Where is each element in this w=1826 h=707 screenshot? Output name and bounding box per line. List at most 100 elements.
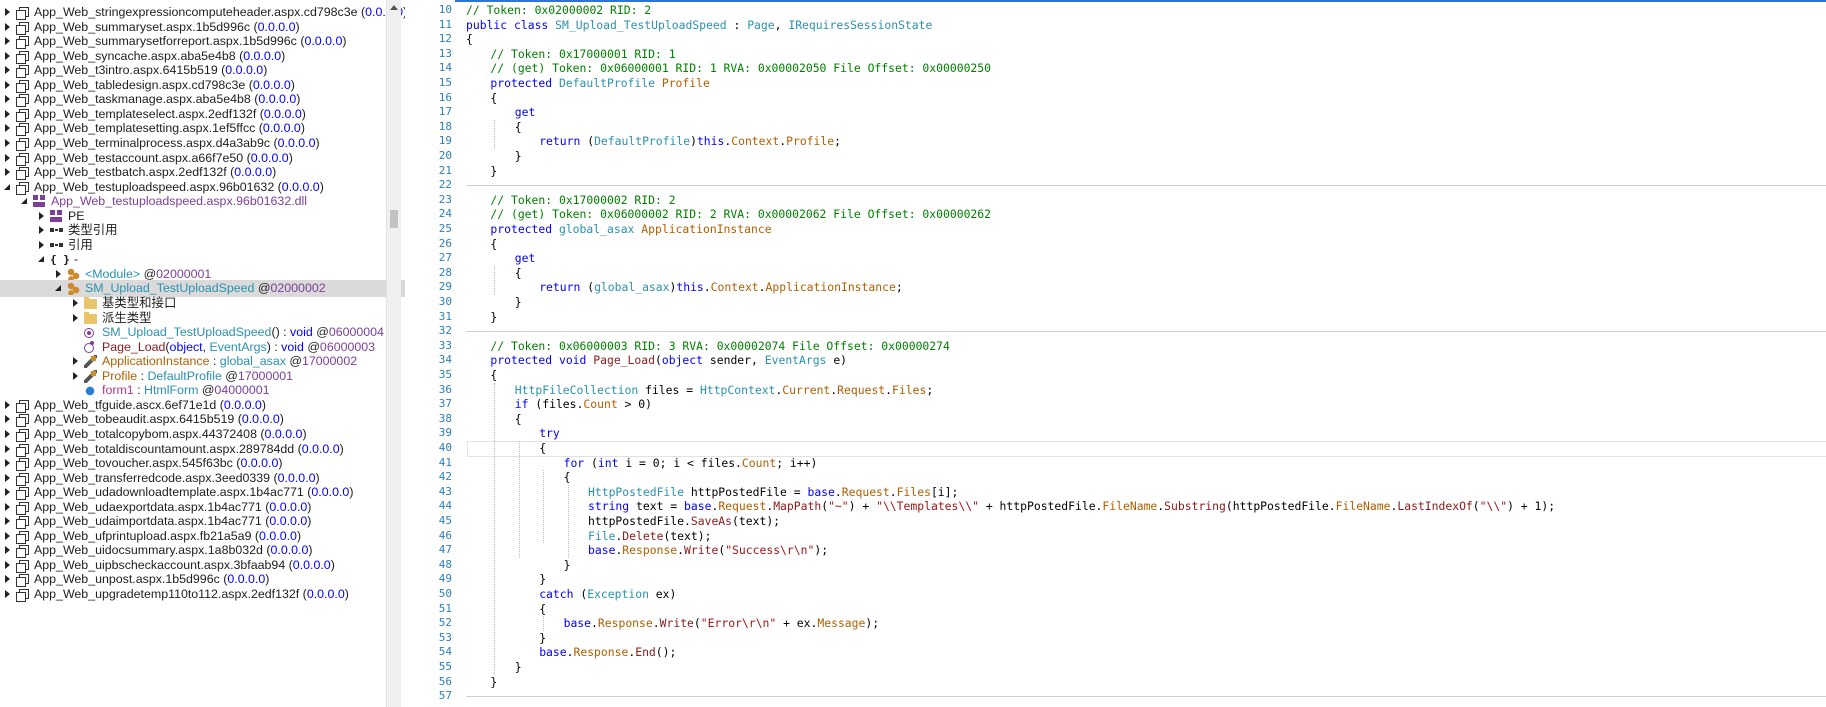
code-text: catch (Exception ex) bbox=[539, 587, 676, 602]
expand-arrow-icon[interactable] bbox=[4, 586, 13, 603]
label-segment: 0.0.0.0 bbox=[292, 557, 331, 572]
code-token: (); bbox=[655, 645, 677, 660]
code-text: HttpFileCollection files = HttpContext. C… bbox=[515, 383, 933, 398]
code-text: } bbox=[539, 631, 546, 646]
code-token: HttpContext bbox=[699, 382, 776, 397]
code-token: } bbox=[563, 557, 571, 572]
code-token: global_asax bbox=[558, 222, 642, 236]
assembly-explorer-tree[interactable]: App_Web_stringexpressioncomputeheader.as… bbox=[0, 0, 451, 707]
code-token: // Token: 0x17000002 RID: 2 bbox=[490, 192, 676, 207]
code-token: base bbox=[563, 616, 592, 631]
member-separator bbox=[466, 185, 1826, 187]
label-segment: ) bbox=[296, 92, 301, 107]
label-segment: 0.0.0.0 bbox=[257, 19, 296, 34]
code-token: { bbox=[490, 236, 498, 251]
label-segment: App_Web_syncache.aspx.aba5e4b8 bbox=[34, 48, 236, 63]
line-number: 54 bbox=[438, 645, 452, 659]
code-token: Count bbox=[741, 455, 777, 470]
label-segment: global_asax bbox=[219, 354, 286, 369]
label-segment: void bbox=[290, 325, 313, 340]
code-token: ; bbox=[895, 280, 903, 295]
label-segment: 06000004 bbox=[328, 325, 384, 340]
assembly-icon bbox=[16, 501, 29, 515]
label-segment: 04000001 bbox=[214, 383, 270, 398]
code-token: Context bbox=[710, 280, 759, 295]
line-number: 29 bbox=[438, 280, 452, 294]
line-number: 40 bbox=[438, 441, 452, 454]
code-token: Message bbox=[817, 616, 866, 631]
label-segment: object bbox=[169, 339, 203, 354]
code-token: } bbox=[514, 660, 522, 674]
type-ref-icon bbox=[50, 224, 63, 238]
label-segment: @ bbox=[285, 354, 302, 369]
code-text: } bbox=[539, 572, 546, 587]
code-token: : bbox=[726, 17, 748, 32]
label-segment: 0.0.0.0 bbox=[263, 106, 302, 121]
code-token: Profile bbox=[786, 134, 835, 149]
label-segment: <Module> bbox=[85, 266, 141, 281]
code-text: { bbox=[490, 368, 497, 383]
assembly-icon bbox=[16, 515, 29, 530]
label-segment: ) bbox=[272, 165, 277, 180]
code-token: HttpFileCollection bbox=[514, 382, 646, 397]
label-segment: ) : bbox=[266, 339, 282, 354]
assembly-icon bbox=[16, 137, 29, 151]
scrollbar-thumb[interactable] bbox=[390, 210, 398, 228]
label-segment: App_Web_tabledesign.aspx.cd798c3e bbox=[34, 77, 246, 92]
code-token: // (get) Token: 0x06000001 RID: 1 RVA: 0… bbox=[490, 61, 992, 76]
label-segment: ) bbox=[278, 456, 283, 471]
code-token: (files. bbox=[535, 397, 584, 412]
code-token: text = bbox=[636, 499, 685, 514]
label-segment: App_Web_transferredcode.aspx.3eed0339 bbox=[34, 470, 271, 485]
code-token: e) bbox=[833, 353, 848, 368]
code-token: MapPath bbox=[773, 499, 822, 514]
line-number: 28 bbox=[438, 265, 452, 279]
assembly-icon bbox=[16, 573, 29, 588]
code-token: { bbox=[490, 90, 498, 105]
code-token: // (get) Token: 0x06000002 RID: 2 RVA: 0… bbox=[490, 207, 992, 222]
code-token: > 0) bbox=[617, 397, 652, 412]
label-segment: App_Web_templateselect.aspx.2edf132f bbox=[34, 106, 257, 121]
code-token: } bbox=[490, 674, 498, 689]
label-segment: App_Web_testaccount.aspx.a66f7e50 bbox=[34, 150, 244, 165]
code-text: if (files.Count > 0) bbox=[515, 397, 652, 412]
label-segment: App_Web_uipbscheckaccount.aspx.3bfaab94 bbox=[34, 557, 286, 572]
code-token: Write bbox=[659, 616, 694, 631]
code-editor[interactable]: 10 // Token: 0x02000002 RID: 2 11 public cl… bbox=[405, 0, 1826, 707]
code-token: "Success\r\n" bbox=[725, 543, 815, 558]
code-token: Write bbox=[684, 543, 719, 558]
code-token: Request bbox=[837, 382, 886, 397]
code-text: protected void Page_Load(object sender, … bbox=[490, 353, 847, 368]
scroll-up-arrow-icon[interactable] bbox=[390, 5, 398, 10]
code-token: get bbox=[514, 105, 536, 120]
code-token: { bbox=[466, 32, 473, 47]
code-text: { bbox=[515, 412, 522, 427]
code-token: ApplicationInstance bbox=[641, 222, 772, 236]
line-number: 30 bbox=[438, 295, 452, 308]
tree-vertical-scrollbar[interactable] bbox=[386, 0, 401, 707]
line-number: 11 bbox=[438, 17, 452, 31]
label-segment: 0.0.0.0 bbox=[258, 92, 297, 107]
label-segment: @ bbox=[140, 266, 157, 281]
label-segment: 派生类型 bbox=[102, 310, 152, 325]
line-number: 43 bbox=[438, 484, 452, 498]
code-text: return (global_asax)this.Context.Applica… bbox=[539, 280, 903, 295]
indent-guide bbox=[543, 470, 545, 544]
label-segment: App_Web_tobeaudit.aspx.6415b519 bbox=[34, 412, 235, 427]
label-segment: ( bbox=[250, 19, 258, 34]
label-segment: , bbox=[202, 339, 210, 354]
code-token: // Token: 0x02000002 RID: 2 bbox=[466, 3, 652, 17]
label-segment: @ bbox=[254, 281, 271, 296]
tree-row[interactable]: App_Web_upgradetemp110to112.aspx.2edf132… bbox=[0, 586, 450, 603]
folder-icon bbox=[84, 311, 97, 324]
code-token: Substring bbox=[1164, 499, 1226, 514]
code-token: + ex. bbox=[776, 616, 818, 631]
label-segment: 0.0.0.0 bbox=[269, 499, 308, 514]
line-number: 14 bbox=[438, 61, 452, 75]
code-token: protected void bbox=[490, 353, 594, 368]
line-number: 21 bbox=[438, 163, 452, 177]
label-segment: App_Web_totalcopybom.aspx.44372408 bbox=[34, 426, 257, 441]
label-segment: ) bbox=[296, 528, 302, 543]
code-token: } bbox=[539, 630, 547, 645]
label-segment: 0.0.0.0 bbox=[240, 456, 279, 471]
